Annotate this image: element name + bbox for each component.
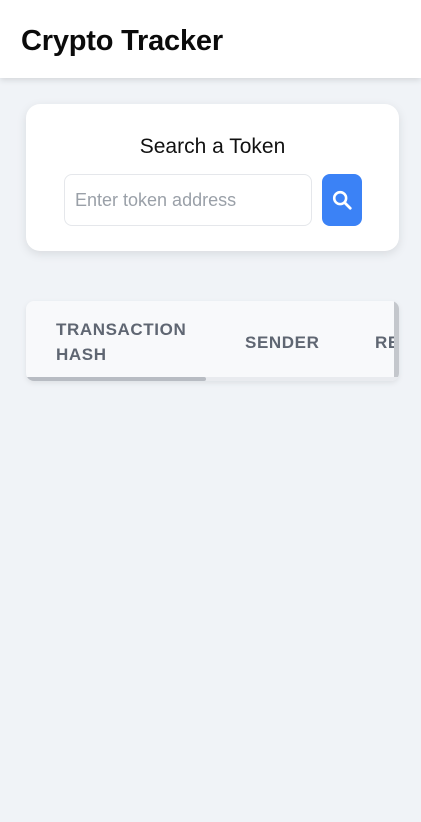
token-address-input[interactable] [64, 174, 312, 226]
transactions-table: TRANSACTION HASH SENDER RECIPIENT [26, 301, 399, 381]
search-icon [332, 190, 352, 210]
column-header-sender[interactable]: SENDER [245, 330, 319, 355]
horizontal-scrollbar-thumb[interactable] [26, 377, 206, 381]
horizontal-scrollbar[interactable] [26, 377, 399, 381]
search-title: Search a Token [139, 135, 286, 158]
table-header-row: TRANSACTION HASH SENDER RECIPIENT [26, 301, 399, 377]
column-header-transaction-hash[interactable]: TRANSACTION HASH [56, 317, 206, 367]
search-card: Search a Token [26, 104, 399, 251]
search-button[interactable] [322, 174, 362, 226]
vertical-scrollbar[interactable] [394, 301, 399, 377]
app-title: Crypto Tracker [21, 25, 223, 57]
app-header: Crypto Tracker [0, 0, 421, 78]
